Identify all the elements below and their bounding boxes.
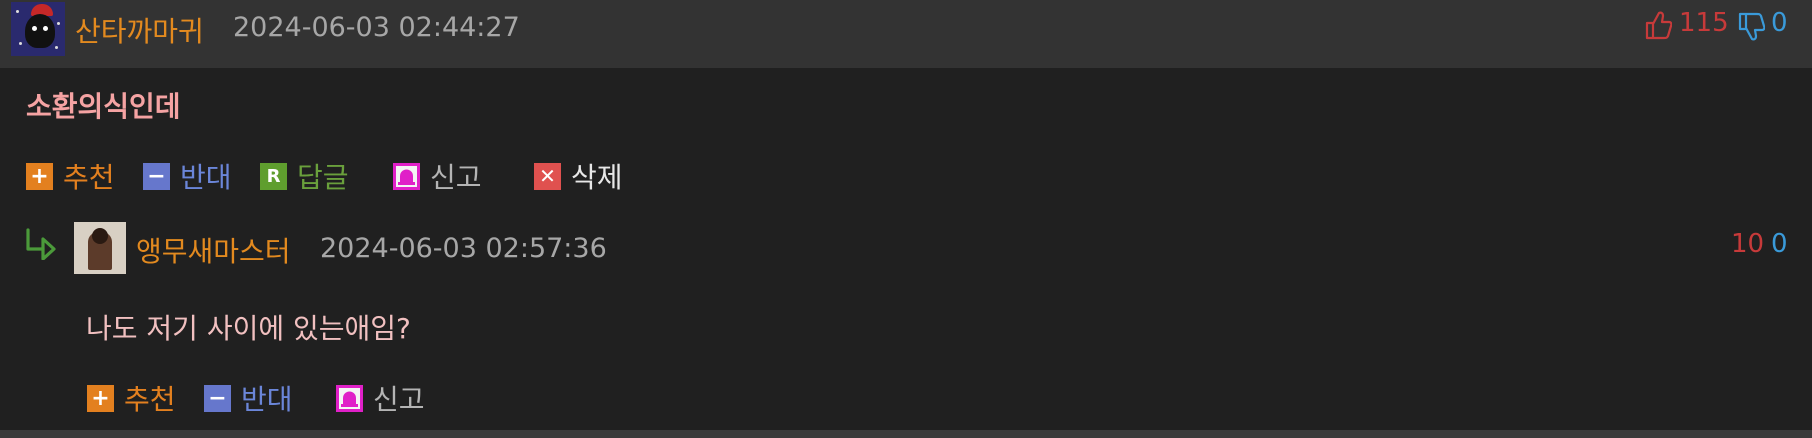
reply-arrow-icon [26,228,56,260]
siren-icon [393,162,420,190]
siren-icon [336,384,363,412]
reply-upvote-count: 10 [1731,229,1765,259]
minus-icon: − [143,162,170,190]
oppose-label: 반대 [180,161,232,194]
avatar[interactable] [11,2,65,56]
reply-report-button[interactable]: 신고 [336,378,425,418]
comment-header: 산타까마귀 2024-06-03 02:44:27 115 0 [0,0,1812,68]
downvote-count: 0 [1771,8,1788,38]
crow-icon [25,14,55,48]
oppose-label: 반대 [241,383,293,416]
eye-icon [43,26,48,31]
report-label: 신고 [373,383,425,416]
plus-icon: + [26,162,53,190]
snow-dot [19,42,22,45]
eye-icon [32,26,37,31]
report-button[interactable]: 신고 [393,156,482,196]
reply-button[interactable]: R 답글 [260,156,349,196]
reply-recommend-button[interactable]: + 추천 [87,378,176,418]
thumbs-up-icon[interactable] [1644,10,1672,40]
snow-dot [55,46,58,49]
thumbs-down-icon[interactable] [1737,12,1765,42]
snow-dot [16,10,19,13]
snow-dot [57,22,60,25]
reply-r-icon: R [260,162,287,190]
recommend-button[interactable]: + 추천 [26,156,115,196]
recommend-label: 추천 [63,161,115,194]
reply-label: 답글 [297,161,349,194]
reply-downvote-count: 0 [1771,229,1788,259]
comment-datetime: 2024-06-03 02:44:27 [233,12,520,43]
author-name[interactable]: 산타까마귀 [75,10,204,50]
reply-comment-text: 나도 저기 사이에 있는애임? [86,312,411,345]
report-label: 신고 [430,161,482,194]
reply-datetime: 2024-06-03 02:57:36 [320,233,607,264]
close-icon: ✕ [534,162,561,190]
oppose-button[interactable]: − 반대 [143,156,232,196]
figure-head-icon [92,228,108,244]
reply-author-name[interactable]: 앵무새마스터 [136,230,291,270]
delete-label: 삭제 [571,161,623,194]
recommend-label: 추천 [124,383,176,416]
upvote-count: 115 [1679,8,1729,38]
reply-oppose-button[interactable]: − 반대 [204,378,293,418]
minus-icon: − [204,384,231,412]
reply-avatar[interactable] [74,222,126,274]
delete-button[interactable]: ✕ 삭제 [534,156,623,196]
plus-icon: + [87,384,114,412]
comment-text: 소환의식인데 [26,90,181,123]
divider [0,430,1812,438]
